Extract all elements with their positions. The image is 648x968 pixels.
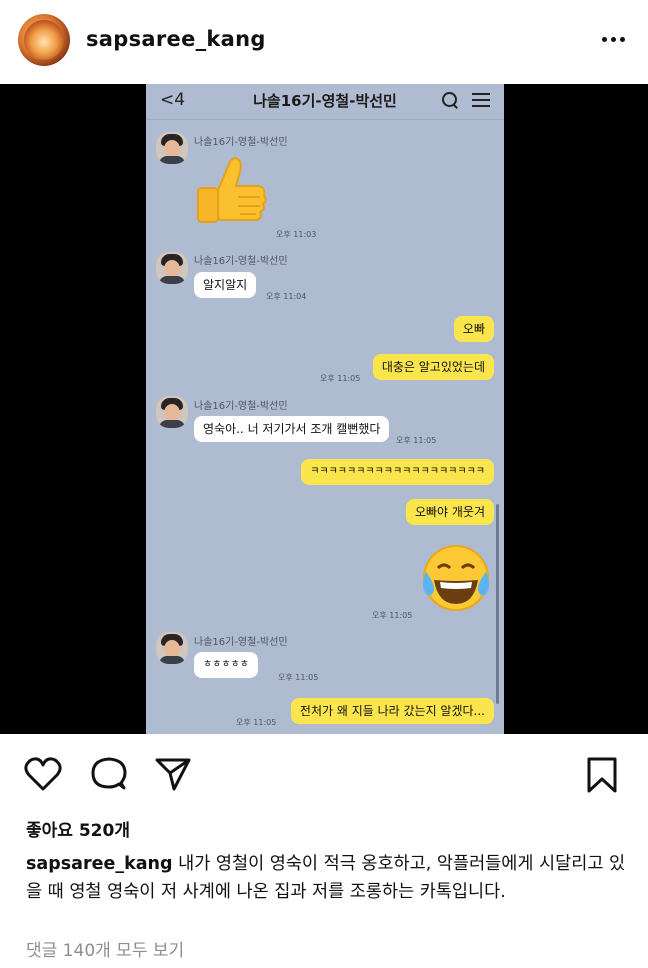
post-header: sapsaree_kang <box>0 0 648 84</box>
more-icon[interactable] <box>598 24 628 54</box>
caption-username[interactable]: sapsaree_kang <box>26 854 173 874</box>
sender-avatar <box>156 132 188 164</box>
profile-avatar[interactable] <box>18 14 70 66</box>
comment-icon[interactable] <box>90 756 128 792</box>
sender-avatar <box>156 252 188 284</box>
bookmark-icon[interactable] <box>584 756 620 794</box>
sender-name: 나솔16기-영철-박선민 <box>194 401 288 412</box>
post-caption: sapsaree_kang 내가 영철이 영숙이 적극 옹호하고, 악플러들에게… <box>26 850 626 906</box>
sender-name: 나솔16기-영철-박선민 <box>194 137 288 148</box>
sender-name: 나솔16기-영철-박선민 <box>194 637 288 648</box>
message-bubble: 오빠야 개웃겨 <box>405 499 494 525</box>
message-time: 오후 11:05 <box>320 374 361 383</box>
action-bar <box>0 748 648 802</box>
message-time: 오후 11:04 <box>266 292 307 301</box>
message-bubble: 오빠 <box>453 316 494 342</box>
message-time: 오후 11:05 <box>236 718 277 727</box>
message-time: 오후 11:05 <box>278 673 319 682</box>
chat-screenshot: <4 나솔16기-영철-박선민 나솔16기-영철-박선민 오후 11:03 나솔… <box>146 84 504 734</box>
message-bubble: ㅋㅋㅋㅋㅋㅋㅋㅋㅋㅋㅋㅋㅋㅋㅋㅋㅋㅋㅋ <box>301 459 494 485</box>
chat-scrollbar <box>496 504 499 704</box>
sender-avatar <box>156 396 188 428</box>
post-media[interactable]: <4 나솔16기-영철-박선민 나솔16기-영철-박선민 오후 11:03 나솔… <box>0 84 648 734</box>
share-icon[interactable] <box>154 756 192 792</box>
message-time: 오후 11:05 <box>396 436 437 445</box>
message-bubble: 대충은 알고있었는데 <box>372 354 494 380</box>
sender-name: 나솔16기-영철-박선민 <box>194 256 288 267</box>
search-icon <box>442 92 458 108</box>
thumbs-up-icon <box>197 157 267 223</box>
message-bubble: 알지알지 <box>194 272 257 298</box>
chat-topbar: <4 나솔16기-영철-박선민 <box>146 84 504 120</box>
message-bubble: 전처가 왜 지들 나라 갔는지 알겠다... <box>290 698 494 724</box>
message-bubble: 영숙아.. 너 저기가서 조개 캘뻔했다 <box>194 416 390 442</box>
message-time: 오후 11:03 <box>276 230 317 239</box>
heart-icon[interactable] <box>24 756 62 792</box>
menu-icon <box>472 93 490 107</box>
sender-avatar <box>156 632 188 664</box>
likes-count[interactable]: 좋아요 520개 <box>26 816 130 841</box>
post-username[interactable]: sapsaree_kang <box>86 27 266 51</box>
tears-of-joy-icon <box>423 545 489 611</box>
message-time: 오후 11:05 <box>372 611 413 620</box>
message-bubble: ㅎㅎㅎㅎㅎ <box>194 652 258 678</box>
view-comments-link[interactable]: 댓글 140개 모두 보기 <box>26 936 184 961</box>
